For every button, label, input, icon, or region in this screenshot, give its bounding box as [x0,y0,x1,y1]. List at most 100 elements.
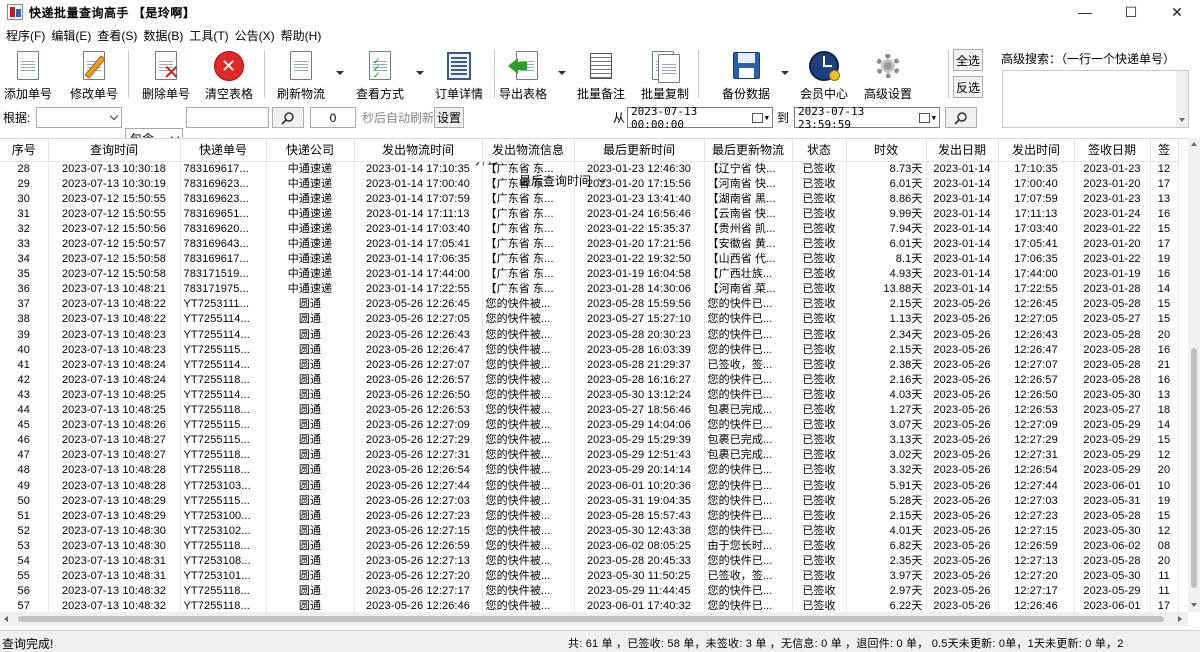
set-button[interactable]: 设置 [434,107,464,128]
table-row[interactable]: 55 2023-07-13 10:48:31 YT7253101... 圆通 2023-… [0,568,1179,584]
table-cell: 圆通 [266,583,355,599]
minimize-button[interactable]: — [1062,0,1108,24]
menu-data[interactable]: 数据(B) [140,27,186,44]
table-row[interactable]: 33 2023-07-12 15:50:57 783169643... 中通速递 202… [0,236,1179,252]
table-row[interactable]: 37 2023-07-13 10:48:22 YT7253111... 圆通 2023-… [0,296,1179,312]
edit-number-button[interactable]: 修改单号 [67,46,121,102]
table-row[interactable]: 53 2023-07-13 10:48:30 YT7255118... 圆通 2023-… [0,538,1179,554]
column-header[interactable]: 最后更新物流 [704,139,793,162]
from-date-picker[interactable]: 2023-07-13 00:00:00 ▼ [627,105,773,131]
table-row[interactable]: 54 2023-07-13 10:48:31 YT7253108... 圆通 2023-… [0,553,1179,569]
vertical-scrollbar[interactable] [1188,138,1200,612]
table-row[interactable]: 41 2023-07-13 10:48:24 YT7255114... 圆通 2023-… [0,357,1179,373]
table-cell: 12:27:05 [998,311,1075,328]
horizontal-scrollbar[interactable] [0,612,1188,626]
clear-table-button[interactable]: ✕ 清空表格 [202,46,256,102]
refresh-seconds-input[interactable]: 0 [310,107,356,128]
menu-program[interactable]: 程序(F) [3,27,48,44]
column-header[interactable]: 时效 [846,139,927,162]
table-row[interactable]: 30 2023-07-12 15:50:55 783169623... 中通速递 202… [0,191,1179,207]
backup-data-button[interactable]: 备份数据 [718,46,774,102]
column-header[interactable]: 快递单号 [180,139,267,162]
table-cell: 2.34天 [846,327,927,343]
invert-selection-button[interactable]: 反选 [953,76,983,98]
table-row[interactable]: 47 2023-07-13 10:48:27 YT7255118... 圆通 2023-… [0,447,1179,463]
column-header[interactable]: 发出时间 [998,139,1075,162]
table-row[interactable]: 48 2023-07-13 10:48:28 YT7255118... 圆通 2023-… [0,462,1179,478]
table-row[interactable]: 28 2023-07-13 10:30:18 783169617... 中通速递 202… [0,161,1179,177]
member-center-button[interactable]: 会员中心 [796,46,852,102]
column-header[interactable]: 状态 [792,139,847,162]
add-number-button[interactable]: 添加单号 [2,46,54,102]
view-dropdown-arrow-icon[interactable] [416,71,424,75]
column-header[interactable]: 发出日期 [926,139,999,162]
scroll-down-icon[interactable] [1191,603,1197,607]
scroll-right-icon[interactable] [1178,616,1182,622]
table-row[interactable]: 36 2023-07-13 10:48:21 783171975... 中通速递 202… [0,281,1179,297]
table-row[interactable]: 50 2023-07-13 10:48:29 YT7255115... 圆通 2023-… [0,493,1179,509]
date-search-button[interactable] [945,107,977,128]
table-row[interactable]: 43 2023-07-13 10:48:25 YT7255114... 圆通 2023-… [0,387,1179,403]
table-cell: 12:27:07 [998,357,1075,373]
column-header[interactable]: 签收日期 [1074,139,1151,162]
column-header[interactable]: 查询时间 [48,139,181,162]
table-row[interactable]: 32 2023-07-12 15:50:56 783169620... 中通速递 202… [0,221,1179,237]
maximize-button[interactable]: ☐ [1108,0,1154,24]
scroll-down-icon[interactable] [1179,118,1185,122]
column-header[interactable]: 发出物流信息 [482,139,575,162]
search-button[interactable] [272,107,304,128]
view-mode-button[interactable]: ✓ ✓ ✓ 查看方式 [352,46,408,102]
to-date-picker[interactable]: 2023-07-13 23:59:59 ▼ [794,105,940,131]
table-cell: 已签收 [792,402,847,418]
basis-field-select[interactable] [36,107,122,128]
column-header[interactable]: 快递公司 [266,139,355,162]
table-row[interactable]: 42 2023-07-13 10:48:24 YT7255118... 圆通 2023-… [0,372,1179,388]
table-row[interactable]: 40 2023-07-13 10:48:23 YT7255115... 圆通 2023-… [0,342,1179,358]
table-row[interactable]: 52 2023-07-13 10:48:30 YT7253102... 圆通 2023-… [0,523,1179,539]
menu-tools[interactable]: 工具(T) [186,27,231,44]
menu-edit[interactable]: 编辑(E) [48,27,94,44]
table-row[interactable]: 34 2023-07-12 15:50:58 783169617... 中通速递 202… [0,251,1179,267]
table-cell: 2023-05-31 [1074,493,1151,509]
table-cell: 12:26:53 [998,402,1075,418]
scroll-up-icon[interactable] [1191,142,1197,146]
order-detail-button[interactable]: 订单详情 [432,46,486,102]
column-header[interactable]: 发出物流时间 [354,139,483,162]
table-row[interactable]: 49 2023-07-13 10:48:28 YT7253103... 圆通 2023-… [0,477,1179,494]
table-row[interactable]: 39 2023-07-13 10:48:23 YT7255114... 圆通 2023-… [0,327,1179,343]
select-all-button[interactable]: 全选 [953,49,983,71]
refresh-dropdown-arrow-icon[interactable] [336,71,344,75]
table-row[interactable]: 44 2023-07-13 10:48:25 YT7255118... 圆通 2023-… [0,402,1179,418]
table-row[interactable]: 38 2023-07-13 10:48:22 YT7255114... 圆通 2023-… [0,311,1179,328]
table-row[interactable]: 31 2023-07-12 15:50:55 783169651... 中通速递 202… [0,206,1179,222]
export-table-button[interactable]: 导出表格 [496,46,550,102]
table-row[interactable]: 56 2023-07-13 10:48:32 YT7255118... 圆通 2023-… [0,583,1179,599]
advanced-settings-button[interactable]: 高级设置 [860,46,916,102]
vertical-scroll-thumb[interactable] [1191,348,1197,588]
table-row[interactable]: 51 2023-07-13 10:48:29 YT7253100... 圆通 2023-… [0,508,1179,524]
batch-remark-button[interactable]: 批量备注 [574,46,628,102]
table-row[interactable]: 57 2023-07-13 10:48:32 YT7255118... 圆通 2023-… [0,598,1179,612]
backup-dropdown-arrow-icon[interactable] [781,71,789,75]
advanced-search-textarea[interactable] [1002,70,1189,128]
close-button[interactable]: ✕ [1154,0,1200,24]
horizontal-scroll-thumb[interactable] [18,616,1164,622]
batch-copy-button[interactable]: 批量复制 [638,46,692,102]
column-header[interactable]: 签 [1150,139,1179,162]
scroll-left-icon[interactable] [4,616,8,622]
delete-number-button[interactable]: ✕ 删除单号 [139,46,193,102]
table-cell: 2023-05-28 [1074,357,1151,373]
column-header[interactable]: 最后更新时间 [574,139,705,162]
column-header[interactable]: 序号 [0,139,49,162]
refresh-logistics-button[interactable]: 刷新物流 [274,46,328,102]
export-dropdown-arrow-icon[interactable] [558,71,566,75]
table-row[interactable]: 35 2023-07-12 15:50:58 783171519... 中通速递 202… [0,266,1179,282]
menu-notice[interactable]: 公告(X) [232,27,278,44]
menu-help[interactable]: 帮助(H) [278,27,325,44]
table-row[interactable]: 46 2023-07-13 10:48:27 YT7255115... 圆通 2023-… [0,432,1179,448]
menu-view[interactable]: 查看(S) [94,27,140,44]
keyword-input[interactable] [186,107,269,128]
table-row[interactable]: 29 2023-07-13 10:30:19 783169623... 中通速递 202… [0,176,1179,192]
table-cell: 17 [1150,176,1179,192]
table-row[interactable]: 45 2023-07-13 10:48:26 YT7255115... 圆通 2023-… [0,417,1179,433]
